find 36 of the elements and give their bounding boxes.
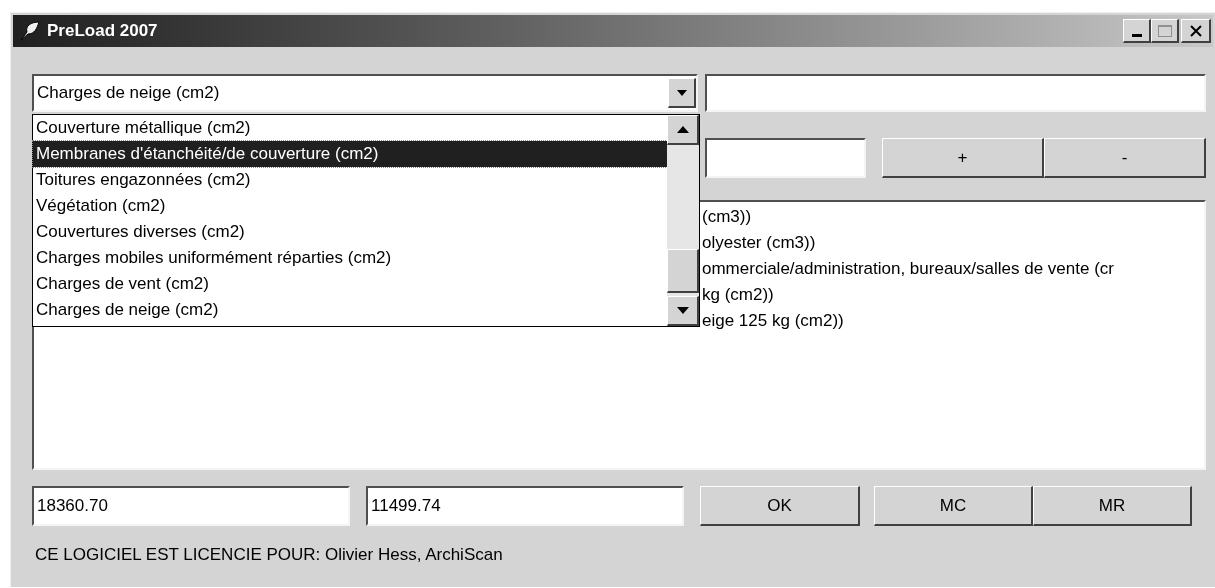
text-field[interactable] [705, 138, 866, 178]
dropdown-item[interactable]: Couvertures diverses (cm2) [33, 219, 667, 245]
step-button[interactable]: + [882, 138, 1044, 178]
close-button[interactable] [1181, 19, 1211, 43]
scroll-down-button[interactable] [667, 296, 699, 326]
scroll-up-button[interactable] [667, 115, 699, 145]
dropdown-field[interactable]: Charges de neige (cm2) [32, 74, 698, 112]
step-button[interactable]: - [1044, 138, 1206, 178]
list-line[interactable]: ommerciale/administration, bureaux/salles de vente (cr [702, 256, 1114, 282]
down-arrow-icon[interactable] [676, 307, 689, 314]
license-text: CE LOGICIEL EST LICENCIE POUR: Olivier Hess, ArchiScan [35, 544, 504, 566]
dropdown-item[interactable]: Charges mobiles uniformément réparties (cm2) [33, 245, 667, 271]
list-line[interactable]: (cm3)) [702, 204, 752, 230]
dropdown-item[interactable]: Couverture métallique (cm2) [33, 115, 667, 141]
feather-icon [19, 20, 41, 42]
up-arrow-icon[interactable] [676, 126, 689, 133]
close-icon[interactable] [1188, 24, 1203, 37]
list-line[interactable]: kg (cm2)) [702, 282, 774, 308]
minimize-button[interactable] [1123, 19, 1151, 43]
window-title: PreLoad 2007 [47, 20, 158, 43]
dropdown-item[interactable]: Charges de neige (cm2) [33, 297, 667, 323]
scrollbar[interactable] [667, 115, 699, 326]
scroll-thumb[interactable] [667, 249, 699, 293]
dropdown-item[interactable]: Toitures engazonnées (cm2) [33, 167, 667, 193]
action-button[interactable]: MR [1033, 486, 1192, 526]
maximize-button[interactable] [1151, 19, 1179, 43]
action-button[interactable]: MC [874, 486, 1033, 526]
dropdown-item[interactable]: Charges de vent (cm2) [33, 271, 667, 297]
dropdown-item[interactable]: Membranes d'étanchéité/de couverture (cm2) [33, 141, 667, 167]
text-field[interactable]: 18360.70 [32, 486, 350, 526]
list-line[interactable]: eige 125 kg (cm2)) [702, 308, 844, 334]
action-button[interactable]: OK [700, 486, 860, 526]
text-field[interactable]: 11499.74 [366, 486, 684, 526]
list-line[interactable]: olyester (cm3)) [702, 230, 816, 256]
caret-icon[interactable] [668, 78, 696, 108]
text-field[interactable] [705, 74, 1206, 112]
